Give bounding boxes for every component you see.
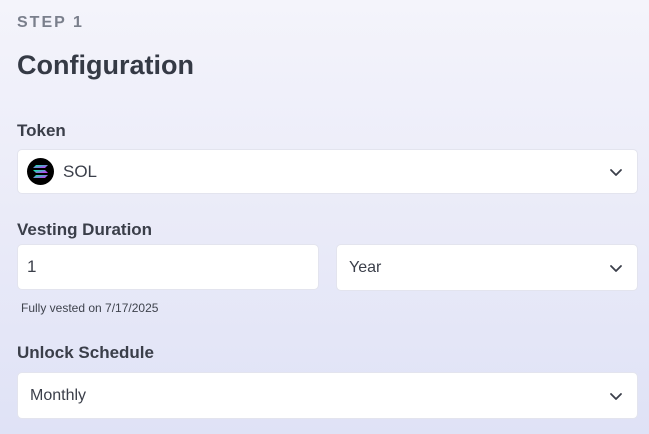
vesting-unit-select[interactable]: Year	[336, 244, 638, 291]
vesting-helper-text: Fully vested on 7/17/2025	[21, 301, 159, 315]
unlock-schedule-label: Unlock Schedule	[17, 343, 154, 362]
chevron-down-icon	[610, 264, 622, 272]
token-label: Token	[17, 121, 66, 140]
page-title: Configuration	[17, 50, 194, 80]
vesting-duration-input[interactable]: 1	[17, 244, 319, 290]
unlock-schedule-select[interactable]: Monthly	[17, 372, 638, 419]
vesting-duration-label: Vesting Duration	[17, 220, 153, 239]
token-select[interactable]: SOL	[17, 149, 638, 194]
solana-logo-icon	[27, 158, 54, 185]
chevron-down-icon	[610, 168, 622, 176]
token-selected-value: SOL	[63, 161, 98, 181]
step-label: STEP 1	[17, 14, 84, 31]
vesting-unit-selected-value: Year	[349, 258, 382, 276]
chevron-down-icon	[610, 392, 622, 400]
unlock-schedule-selected-value: Monthly	[30, 386, 87, 404]
vesting-duration-value: 1	[27, 257, 37, 276]
